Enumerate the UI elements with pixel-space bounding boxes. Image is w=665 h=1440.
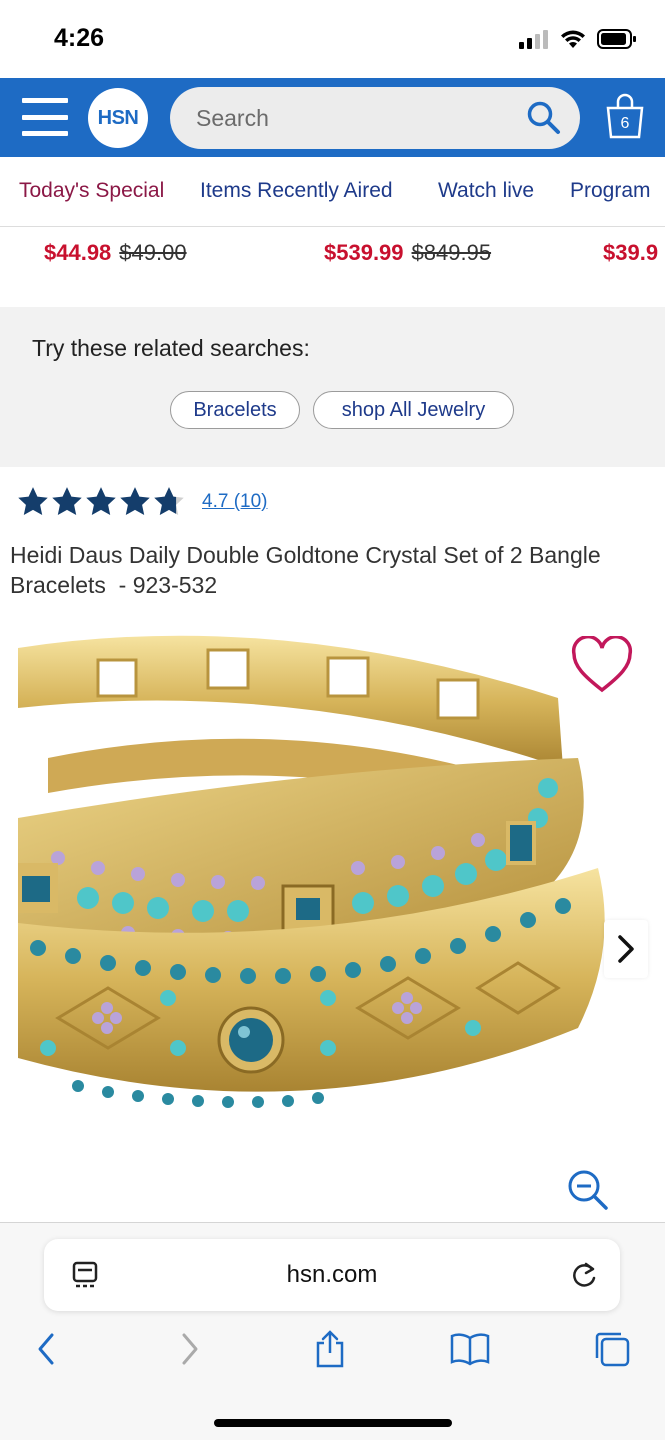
- price-item[interactable]: $44.98 $49.00: [44, 240, 187, 266]
- chevron-right-icon: [182, 1333, 198, 1365]
- tab-items-recently-aired[interactable]: Items Recently Aired: [200, 179, 393, 203]
- chevron-right-icon: [618, 935, 634, 963]
- search-input[interactable]: [196, 104, 516, 132]
- bookmarks-button[interactable]: [450, 1329, 490, 1369]
- sale-price: $44.98: [44, 240, 112, 265]
- share-icon: [316, 1330, 344, 1368]
- status-bar: 4:26: [0, 0, 665, 78]
- signal-icon: [519, 30, 548, 49]
- tab-program[interactable]: Program: [570, 179, 651, 203]
- menu-icon[interactable]: [22, 98, 68, 136]
- tab-watch-live[interactable]: Watch live: [438, 179, 534, 203]
- url-text: hsn.com: [286, 1261, 378, 1288]
- rating-link[interactable]: 4.7 (10): [202, 491, 267, 513]
- star-rating: [16, 485, 186, 519]
- site-header: HSN 6: [0, 78, 665, 157]
- related-searches-title: Try these related searches:: [32, 335, 310, 361]
- star-icon: [120, 487, 150, 516]
- next-image-button[interactable]: [604, 920, 648, 978]
- chevron-left-icon: [38, 1333, 54, 1365]
- original-price: $849.95: [411, 240, 492, 265]
- search-icon[interactable]: [526, 100, 562, 136]
- tab-todays-special[interactable]: Today's Special: [19, 179, 164, 203]
- chip-bracelets[interactable]: Bracelets: [170, 391, 300, 429]
- chip-shop-all-jewelry[interactable]: shop All Jewelry: [313, 391, 514, 429]
- address-bar[interactable]: hsn.com: [44, 1239, 620, 1311]
- price-item[interactable]: $39.9: [603, 240, 658, 266]
- nav-tabs: Today's Special Items Recently Aired Wat…: [0, 157, 665, 227]
- forward-button[interactable]: [170, 1329, 210, 1369]
- status-time: 4:26: [54, 24, 105, 52]
- star-partial-icon: [154, 487, 184, 516]
- product-image[interactable]: [18, 618, 618, 1118]
- star-icon: [86, 487, 116, 516]
- tabs-button[interactable]: [592, 1329, 632, 1369]
- heart-icon[interactable]: [570, 636, 634, 694]
- reload-icon[interactable]: [570, 1261, 598, 1291]
- price-item[interactable]: $539.99 $849.95: [324, 240, 491, 266]
- browser-toolbar: hsn.com: [0, 1222, 665, 1440]
- related-searches: Try these related searches: Bracelets sh…: [0, 307, 665, 467]
- battery-icon: [597, 29, 636, 49]
- search-box[interactable]: [170, 87, 580, 149]
- sale-price: $39.9: [603, 240, 659, 265]
- share-button[interactable]: [310, 1329, 350, 1369]
- carousel-prices: $44.98 $49.00 $539.99 $849.95 $39.9: [0, 227, 665, 307]
- back-button[interactable]: [26, 1329, 66, 1369]
- status-icons: [519, 28, 637, 50]
- star-icon: [18, 487, 48, 516]
- rating-row: 4.7 (10): [16, 485, 267, 519]
- product-title: Heidi Daus Daily Double Goldtone Crystal…: [10, 542, 601, 598]
- hsn-logo[interactable]: HSN: [88, 88, 148, 148]
- shopping-bag-icon[interactable]: 6: [604, 91, 646, 146]
- wifi-icon: [561, 30, 585, 48]
- zoom-out-icon[interactable]: [566, 1168, 610, 1212]
- book-icon: [450, 1333, 490, 1366]
- original-price: $49.00: [119, 240, 187, 265]
- star-icon: [52, 487, 82, 516]
- tabs-icon: [595, 1332, 630, 1367]
- bag-count: 6: [620, 115, 630, 132]
- sale-price: $539.99: [324, 240, 404, 265]
- home-indicator: [214, 1419, 452, 1427]
